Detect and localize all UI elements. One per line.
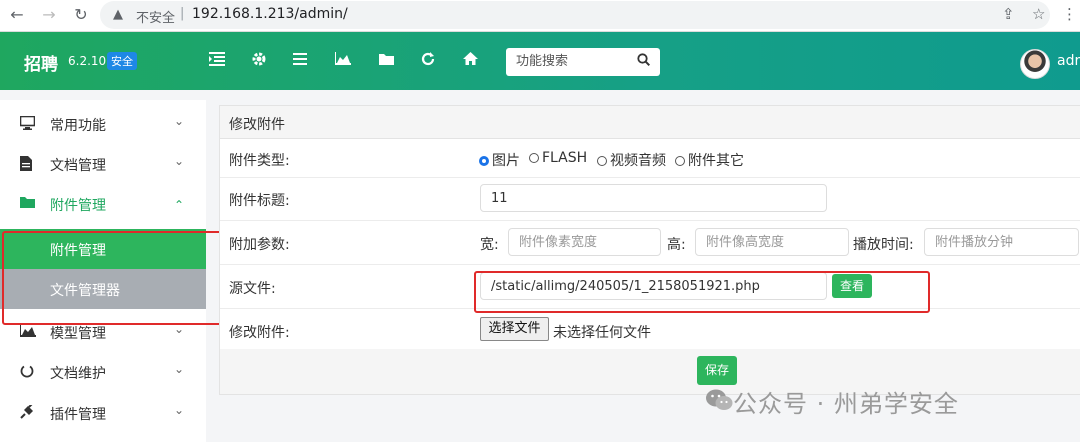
search-icon[interactable]: [637, 53, 651, 70]
brand-logo[interactable]: 招聘: [24, 50, 58, 75]
warning-icon: ▲: [113, 7, 123, 22]
choose-file-button[interactable]: 选择文件: [480, 317, 549, 341]
folder-icon[interactable]: [377, 52, 395, 70]
reload-icon[interactable]: ↻: [70, 4, 92, 26]
monitor-icon: [19, 115, 36, 132]
browser-toolbar: ← → ↻ ▲ 不安全 | 192.168.1.213/admin/ ⇪ ☆ ⋮: [0, 0, 1080, 32]
version-text: 6.2.10: [68, 54, 107, 68]
type-label: 附件类型:: [229, 153, 290, 169]
chevron-down-icon: ⌄: [174, 403, 185, 417]
star-icon[interactable]: ☆: [1032, 5, 1045, 23]
width-label: 宽:: [480, 237, 499, 253]
height-label: 高:: [667, 237, 686, 253]
chart-icon: [19, 324, 36, 340]
row-modify-attachment: 修改附件: 未选择任何文件: [220, 309, 1080, 348]
power-icon: [20, 364, 36, 380]
save-button[interactable]: 保存: [697, 356, 737, 385]
function-search: [506, 48, 660, 76]
refresh-icon[interactable]: [419, 52, 437, 70]
sidebar-item-attachments[interactable]: 附件管理 ⌃: [0, 184, 206, 224]
radio-icon[interactable]: [597, 156, 607, 166]
security-badge: 安全: [107, 52, 137, 70]
radio-icon[interactable]: [675, 156, 685, 166]
width-input[interactable]: 附件像素宽度: [508, 228, 661, 256]
url-text[interactable]: 192.168.1.213/admin/: [192, 6, 348, 22]
folder-icon: [20, 196, 36, 212]
sidebar-item-label: 附件管理: [50, 198, 106, 214]
chevron-down-icon: ⌄: [174, 362, 185, 376]
sidebar-item-label: 插件管理: [50, 407, 106, 423]
address-bar[interactable]: ▲ 不安全 | 192.168.1.213/admin/: [100, 1, 1050, 29]
address-separator: |: [180, 6, 185, 21]
sidebar-highlight-box: [2, 231, 222, 325]
document-icon: [20, 156, 36, 172]
chart-icon[interactable]: [334, 52, 352, 70]
chevron-down-icon: ⌄: [174, 114, 185, 128]
insecure-label[interactable]: 不安全: [136, 7, 175, 26]
plug-icon: [20, 403, 36, 421]
panel-title: 修改附件: [229, 117, 285, 133]
sidebar-item-label: 文档管理: [50, 158, 106, 174]
radio-flash[interactable]: FLASH: [529, 150, 587, 166]
params-label: 附加参数:: [229, 237, 290, 253]
sidebar-item-label: 文档维护: [50, 366, 106, 382]
chevron-down-icon: ⌄: [174, 154, 185, 168]
source-label: 源文件:: [229, 281, 276, 297]
forward-icon[interactable]: →: [38, 4, 60, 26]
back-icon[interactable]: ←: [6, 4, 28, 26]
duration-input[interactable]: 附件播放分钟: [924, 228, 1079, 256]
sidebar-item-common[interactable]: 常用功能 ⌄: [0, 104, 206, 144]
radio-video-audio[interactable]: 视频音频: [597, 150, 666, 170]
no-file-text: 未选择任何文件: [553, 325, 651, 341]
browser-menu-icon[interactable]: ⋮: [1062, 5, 1077, 23]
height-input[interactable]: 附件像高宽度: [695, 228, 849, 256]
source-file-highlight-box: [474, 271, 930, 313]
row-attachment-type: 附件类型: 图片 FLASH 视频音频 附件其它: [220, 139, 1080, 178]
list-indent-icon[interactable]: [208, 52, 226, 70]
duration-label: 播放时间:: [853, 237, 914, 253]
share-icon[interactable]: ⇪: [1002, 5, 1015, 23]
chevron-up-icon: ⌃: [174, 198, 185, 212]
row-attachment-title: 附件标题: 11: [220, 178, 1080, 221]
app-header: 招聘 6.2.10 安全 adr: [0, 32, 1080, 90]
title-label: 附件标题:: [229, 193, 290, 209]
panel-header: 修改附件: [220, 106, 1080, 139]
edit-attachment-panel: 修改附件 附件类型: 图片 FLASH 视频音频 附件其它 附件标题: 11 附…: [219, 105, 1080, 395]
row-extra-params: 附加参数: 宽: 附件像素宽度 高: 附件像高宽度 播放时间: 附件播放分钟: [220, 221, 1080, 265]
title-input[interactable]: 11: [480, 184, 827, 212]
radio-selected-icon[interactable]: [479, 156, 489, 166]
user-name[interactable]: adr: [1057, 53, 1080, 69]
watermark-text: 公众号 · 州弟学安全: [733, 390, 959, 418]
sidebar-item-plugins[interactable]: 插件管理 ⌄: [0, 393, 206, 433]
wechat-icon: [706, 389, 733, 410]
modify-label: 修改附件:: [229, 325, 290, 341]
radio-other[interactable]: 附件其它: [675, 150, 744, 170]
search-input[interactable]: [506, 48, 636, 74]
gear-icon[interactable]: [250, 52, 268, 70]
user-avatar[interactable]: [1020, 49, 1050, 79]
sidebar-item-maintenance[interactable]: 文档维护 ⌄: [0, 352, 206, 392]
menu-icon[interactable]: [291, 52, 309, 70]
home-icon[interactable]: [461, 52, 479, 70]
sidebar-item-documents[interactable]: 文档管理 ⌄: [0, 144, 206, 184]
sidebar-item-label: 常用功能: [50, 118, 106, 134]
radio-image[interactable]: 图片: [479, 150, 520, 170]
radio-icon[interactable]: [529, 153, 539, 163]
sidebar-item-label: 模型管理: [50, 326, 106, 342]
